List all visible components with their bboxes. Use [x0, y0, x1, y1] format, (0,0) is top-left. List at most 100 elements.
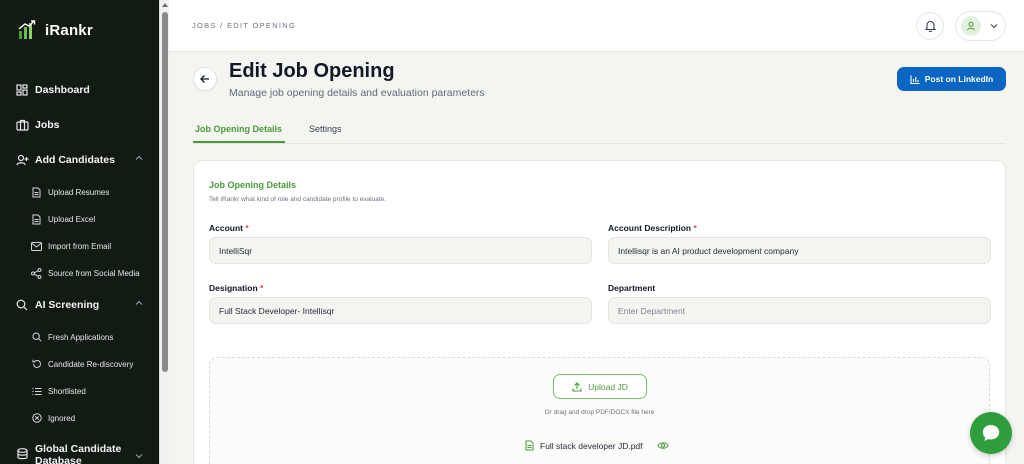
sidebar-item-label: Upload Resumes — [48, 187, 110, 197]
account-value: IntelliSqr — [219, 245, 253, 256]
sidebar-item-label: Import from Email — [48, 241, 112, 251]
sidebar: iRankr Dashboard Jobs Add Candidates Upl… — [0, 0, 159, 464]
tab-job-opening-details[interactable]: Job Opening Details — [195, 124, 282, 134]
avatar — [961, 16, 981, 36]
file-icon — [525, 440, 534, 451]
department-label-text: Department — [608, 283, 656, 293]
jd-dropzone[interactable]: Upload JD Or drag and drop PDF/DOCX file… — [209, 357, 990, 464]
designation-label: Designation * — [209, 283, 263, 293]
account-description-label: Account Description * — [608, 223, 697, 233]
sidebar-item-jobs[interactable]: Jobs — [0, 112, 159, 138]
sidebar-item-import-email[interactable]: Import from Email — [0, 235, 159, 257]
post-on-linkedin-button[interactable]: Post on LinkedIn — [897, 67, 1006, 91]
sidebar-item-dashboard[interactable]: Dashboard — [0, 77, 159, 103]
top-header: JOBS / EDIT OPENING — [169, 0, 1024, 52]
account-label-text: Account — [209, 223, 243, 233]
mail-icon — [31, 241, 42, 252]
sidebar-item-label: Source from Social Media — [48, 268, 140, 278]
job-details-card: Job Opening Details Tell iRankr what kin… — [193, 160, 1006, 464]
scroll-up-arrow[interactable] — [162, 3, 168, 7]
sidebar-item-rediscovery[interactable]: Candidate Re-discovery — [0, 353, 159, 375]
search-icon — [31, 332, 42, 343]
file-icon — [31, 214, 42, 225]
designation-label-text: Designation — [209, 283, 258, 293]
designation-value: Full Stack Developer- Intellisqr — [219, 305, 335, 316]
back-button[interactable] — [193, 67, 217, 91]
sidebar-item-ignored[interactable]: Ignored — [0, 407, 159, 429]
designation-field[interactable]: Full Stack Developer- Intellisqr — [209, 297, 592, 324]
search-icon — [15, 298, 29, 312]
upload-jd-label: Upload JD — [588, 381, 628, 392]
user-menu-button[interactable] — [955, 11, 1006, 41]
share-icon — [31, 267, 42, 279]
tab-settings[interactable]: Settings — [309, 124, 342, 134]
chat-button[interactable] — [970, 412, 1012, 454]
linkedin-button-label: Post on LinkedIn — [924, 74, 994, 84]
list-icon — [31, 386, 42, 397]
ignored-icon — [31, 413, 42, 424]
sidebar-item-shortlisted[interactable]: Shortlisted — [0, 380, 159, 402]
sidebar-item-label: Jobs — [35, 119, 60, 131]
dashboard-icon — [15, 83, 29, 97]
bell-icon — [924, 20, 936, 32]
sidebar-item-label: Global Candidate Database — [35, 443, 122, 464]
eye-icon[interactable] — [656, 441, 669, 450]
account-description-label-text: Account Description — [608, 223, 692, 233]
required-mark: * — [245, 223, 249, 233]
scroll-thumb[interactable] — [162, 12, 168, 372]
account-description-value: Intellisqr is an AI product development … — [618, 245, 799, 256]
sidebar-item-label: Shortlisted — [48, 386, 86, 396]
notifications-button[interactable] — [916, 12, 944, 40]
sidebar-item-social-media[interactable]: Source from Social Media — [0, 262, 159, 284]
required-mark: * — [260, 283, 264, 293]
chevron-down-icon[interactable] — [135, 451, 143, 463]
briefcase-icon — [15, 118, 29, 132]
sidebar-item-upload-excel[interactable]: Upload Excel — [0, 208, 159, 230]
section-description: Tell iRankr what kind of role and candid… — [209, 196, 387, 203]
database-icon — [15, 447, 29, 461]
sidebar-item-ai-screening[interactable]: AI Screening — [0, 292, 159, 318]
breadcrumb[interactable]: JOBS / EDIT OPENING — [192, 21, 296, 30]
page-subtitle: Manage job opening details and evaluatio… — [229, 87, 485, 99]
sidebar-item-label: Add Candidates — [35, 154, 115, 166]
tab-bar: Job Opening Details Settings — [193, 118, 1006, 144]
chevron-up-icon[interactable] — [135, 153, 143, 165]
department-placeholder: Enter Department — [618, 305, 686, 316]
sidebar-item-label: Upload Excel — [48, 214, 96, 224]
sidebar-item-label: AI Screening — [35, 299, 100, 311]
sidebar-item-add-candidates[interactable]: Add Candidates — [0, 147, 159, 173]
account-description-field[interactable]: Intellisqr is an AI product development … — [608, 237, 991, 264]
sidebar-scrollbar[interactable] — [159, 0, 169, 464]
active-tab-indicator — [193, 141, 285, 143]
drop-hint: Or drag and drop PDF/DOCX file here — [544, 409, 655, 416]
refresh-icon — [31, 359, 42, 370]
file-name: Full stack developer JD.pdf — [540, 440, 643, 451]
uploaded-file: Full stack developer JD.pdf — [525, 440, 669, 451]
chat-bubble-icon — [982, 425, 1000, 441]
arrow-left-icon — [200, 75, 209, 83]
sidebar-item-label: Fresh Applications — [48, 332, 114, 342]
user-icon — [967, 21, 975, 31]
logo[interactable]: iRankr — [18, 20, 93, 40]
department-field[interactable]: Enter Department — [608, 297, 991, 324]
chevron-down-icon — [990, 24, 998, 29]
account-field[interactable]: IntelliSqr — [209, 237, 592, 264]
page-title: Edit Job Opening — [229, 60, 395, 82]
file-icon — [31, 187, 42, 198]
department-label: Department — [608, 283, 655, 293]
upload-icon — [572, 381, 582, 392]
sidebar-item-label: Dashboard — [35, 84, 90, 96]
sidebar-item-label: Ignored — [48, 413, 76, 423]
required-mark: * — [693, 223, 697, 233]
sidebar-item-global-database[interactable]: Global Candidate Database — [0, 441, 159, 464]
section-title: Job Opening Details — [209, 180, 297, 190]
bar-chart-icon — [910, 75, 920, 84]
logo-icon — [18, 20, 36, 39]
app-name: iRankr — [45, 21, 93, 39]
account-label: Account * — [209, 223, 249, 233]
sidebar-item-upload-resumes[interactable]: Upload Resumes — [0, 181, 159, 203]
sidebar-item-fresh-applications[interactable]: Fresh Applications — [0, 326, 159, 348]
chevron-up-icon[interactable] — [135, 298, 143, 310]
upload-jd-button[interactable]: Upload JD — [553, 374, 647, 399]
user-plus-icon — [15, 153, 29, 167]
